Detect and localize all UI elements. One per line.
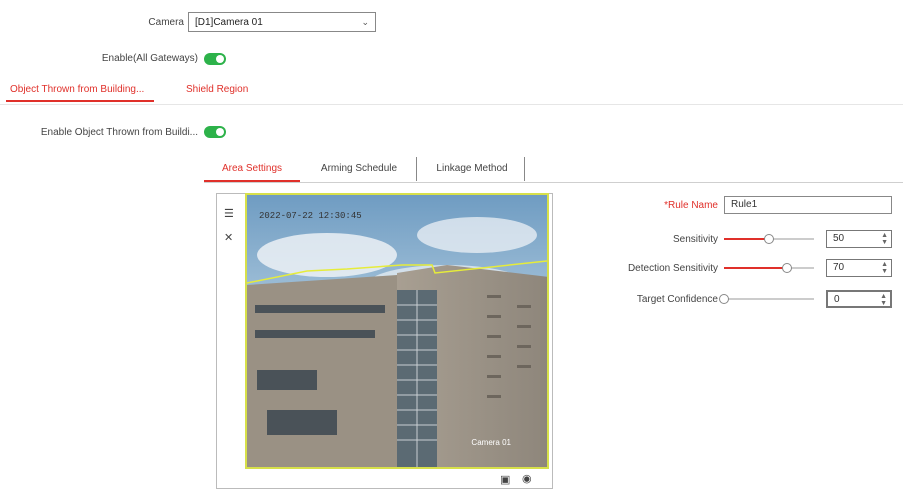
enable-detection-label: Enable Object Thrown from Buildi... [40,127,198,138]
camera-label: Camera [148,17,184,28]
sensitivity-value: 50 [833,233,845,244]
sub-tab-bar: Area Settings Arming Schedule Linkage Me… [204,156,903,183]
rule-name-label: *Rule Name [664,200,718,211]
chevron-down-icon: ⌄ [361,16,369,27]
spinner-icon[interactable]: ▲ ▼ [881,261,888,275]
tabs-divider [0,104,903,105]
slider-thumb[interactable] [782,263,792,273]
active-tab-underline [6,100,154,102]
camera-select[interactable]: [D1]Camera 01 ⌄ [188,12,376,32]
capture-icon[interactable]: ◉ [522,472,532,485]
camera-select-value: [D1]Camera 01 [195,16,263,28]
slider-fill [724,238,769,240]
slider-thumb[interactable] [764,234,774,244]
osd-camera-name: Camera 01 [471,438,511,447]
tab-area-settings[interactable]: Area Settings [204,156,300,182]
tab-linkage-method[interactable]: Linkage Method [420,156,524,182]
spinner-icon[interactable]: ▲ ▼ [881,232,888,246]
tab-separator [524,157,525,181]
spinner-icon[interactable]: ▲ ▼ [880,293,887,307]
slider-fill [724,267,787,269]
tab-separator [416,157,417,181]
detection-sensitivity-label: Detection Sensitivity [627,263,718,274]
enable-all-label: Enable(All Gateways) [101,53,198,64]
target-confidence-value: 0 [834,294,840,305]
osd-timestamp: 2022-07-22 12:30:45 [259,211,362,221]
sensitivity-input[interactable]: 50 ▲ ▼ [826,230,892,248]
sensitivity-label: Sensitivity [672,234,718,245]
record-icon[interactable]: ▣ [500,473,510,486]
detection-sensitivity-input[interactable]: 70 ▲ ▼ [826,259,892,277]
detection-sensitivity-value: 70 [833,262,845,273]
draw-area-icon[interactable]: ☰ [224,207,234,220]
enable-detection-toggle[interactable] [204,126,226,138]
tab-object-thrown[interactable]: Object Thrown from Building... [10,84,144,95]
sensitivity-slider[interactable] [724,234,814,244]
slider-thumb[interactable] [719,294,729,304]
enable-all-toggle[interactable] [204,53,226,65]
target-confidence-input[interactable]: 0 ▲ ▼ [826,290,892,308]
target-confidence-slider[interactable] [719,294,814,304]
rule-name-input[interactable]: Rule1 [724,196,892,214]
tab-shield-region[interactable]: Shield Region [186,84,248,95]
tab-arming-schedule[interactable]: Arming Schedule [304,156,414,182]
clear-icon[interactable]: ✕ [224,231,233,244]
detection-sensitivity-slider[interactable] [724,263,814,273]
live-video[interactable]: 2022-07-22 12:30:45 Camera 01 [245,193,549,469]
target-confidence-label: Target Confidence [636,294,718,305]
